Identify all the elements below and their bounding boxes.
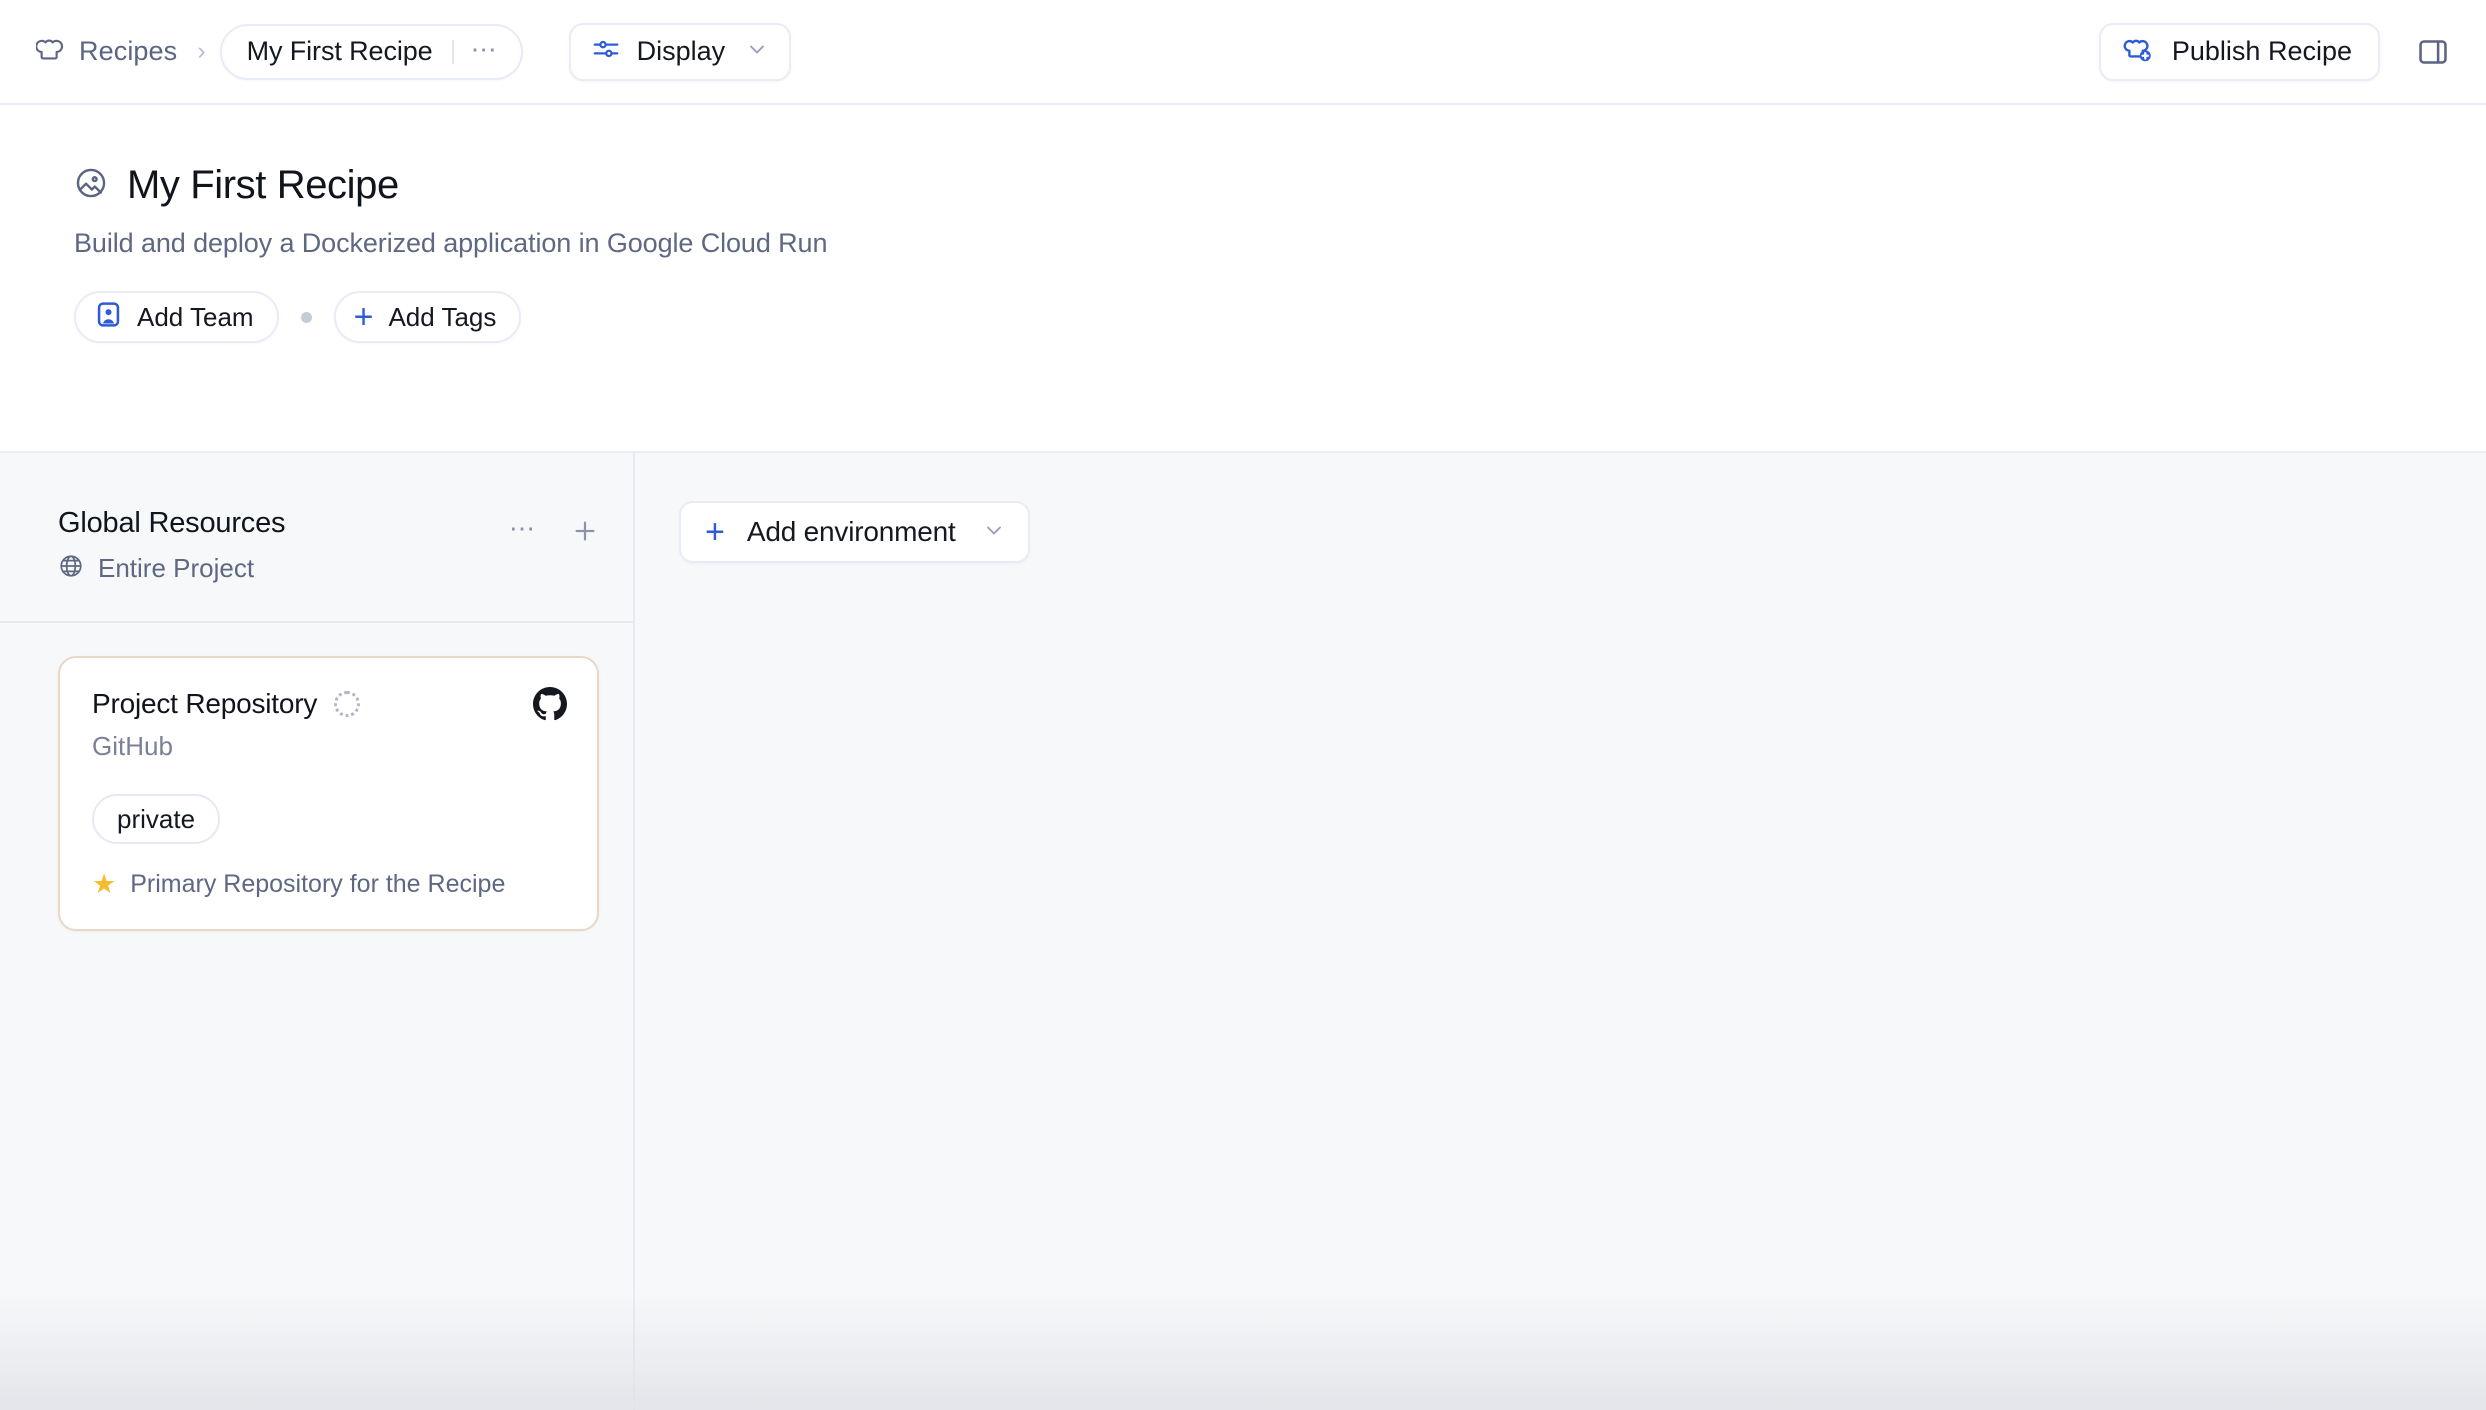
page-meta-row: Add Team + Add Tags xyxy=(74,291,2486,343)
global-resources-header: Global Resources Entire Project ⋯ xyxy=(58,507,599,584)
resource-provider: GitHub xyxy=(92,731,173,761)
breadcrumb: Recipes › My First Recipe ⋯ Display xyxy=(28,22,792,81)
top-bar-actions: Publish Recipe xyxy=(2098,22,2456,81)
page-subtitle: Build and deploy a Dockerized applicatio… xyxy=(74,228,828,258)
right-panel-toggle-icon[interactable] xyxy=(2410,29,2456,75)
breadcrumb-current-label: My First Recipe xyxy=(246,36,433,66)
resource-card-top: Project Repository GitHub xyxy=(92,687,567,762)
plus-icon: + xyxy=(705,513,725,551)
global-resources-scope-label: Entire Project xyxy=(98,553,255,583)
recipe-editor-page: Recipes › My First Recipe ⋯ Display Publ… xyxy=(0,0,2486,1410)
resource-name-row: Project Repository xyxy=(92,688,361,720)
add-team-button[interactable]: Add Team xyxy=(74,291,279,343)
loading-spinner-icon xyxy=(334,691,361,717)
globe-icon xyxy=(58,553,84,584)
display-button-label: Display xyxy=(636,36,726,66)
breadcrumb-item-recipes[interactable]: Recipes xyxy=(28,28,185,75)
sliders-icon xyxy=(591,34,621,69)
resource-primary-note: ★ Primary Repository for the Recipe xyxy=(92,870,567,899)
page-title: My First Recipe xyxy=(127,163,399,207)
publish-recipe-button[interactable]: Publish Recipe xyxy=(2098,22,2380,81)
breadcrumb-separator: › xyxy=(197,37,206,65)
add-environment-button[interactable]: + Add environment xyxy=(679,501,1030,563)
breadcrumb-item-current-recipe[interactable]: My First Recipe ⋯ xyxy=(219,23,523,80)
resource-name: Project Repository xyxy=(92,688,318,719)
global-resources-actions: ⋯ xyxy=(509,507,599,547)
panel-divider xyxy=(0,621,633,623)
star-icon: ★ xyxy=(92,869,117,899)
resource-card-info: Project Repository GitHub xyxy=(92,688,361,762)
global-resources-title: Global Resources xyxy=(58,507,286,539)
publish-recipe-icon xyxy=(2123,33,2155,70)
chevron-down-icon xyxy=(745,37,769,66)
display-button[interactable]: Display xyxy=(568,22,792,81)
resource-visibility-badge: private xyxy=(92,794,221,844)
team-avatar-icon xyxy=(94,300,123,334)
breadcrumb-divider xyxy=(451,39,454,64)
chef-hat-icon xyxy=(35,34,66,69)
environments-canvas: + Add environment xyxy=(635,453,2486,1410)
plus-icon: + xyxy=(353,298,374,336)
add-team-label: Add Team xyxy=(137,301,254,332)
global-resources-titles: Global Resources Entire Project xyxy=(58,507,509,584)
meta-separator-dot xyxy=(300,311,312,323)
recipe-overflow-menu-icon[interactable]: ⋯ xyxy=(471,36,499,68)
page-title-row: My First Recipe xyxy=(74,163,2486,208)
workspace: Global Resources Entire Project ⋯ Projec… xyxy=(0,453,2486,1410)
recipe-header: My First Recipe Build and deploy a Docke… xyxy=(0,105,2486,453)
add-tags-label: Add Tags xyxy=(388,301,497,332)
github-icon xyxy=(533,687,567,721)
global-resources-more-icon[interactable]: ⋯ xyxy=(509,515,537,547)
chevron-down-icon[interactable] xyxy=(982,518,1006,547)
global-resources-scope: Entire Project xyxy=(58,553,509,584)
resource-primary-label: Primary Repository for the Recipe xyxy=(130,870,506,898)
top-bar: Recipes › My First Recipe ⋯ Display Publ… xyxy=(0,0,2486,105)
add-tags-button[interactable]: + Add Tags xyxy=(333,291,522,343)
add-global-resource-icon[interactable] xyxy=(571,517,599,545)
global-resources-panel: Global Resources Entire Project ⋯ Projec… xyxy=(0,453,635,1410)
image-circle-icon xyxy=(74,166,108,205)
add-environment-label: Add environment xyxy=(746,516,956,547)
resource-card-project-repository[interactable]: Project Repository GitHub private ★ Prim… xyxy=(58,656,599,931)
breadcrumb-recipes-label: Recipes xyxy=(79,36,178,66)
publish-recipe-label: Publish Recipe xyxy=(2171,36,2352,66)
